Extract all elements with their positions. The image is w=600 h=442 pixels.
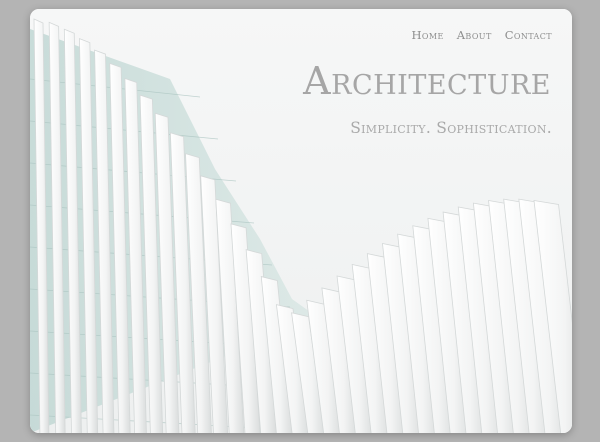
hero-title: Architecture: [303, 59, 551, 103]
hero-card: Home About Contact Architecture Simplici…: [30, 9, 572, 433]
nav-about-link[interactable]: About: [457, 28, 492, 42]
top-nav: Home About Contact: [412, 28, 553, 42]
hero-tagline: Simplicity. Sophistication.: [350, 119, 552, 137]
nav-home-link[interactable]: Home: [412, 28, 444, 42]
nav-contact-link[interactable]: Contact: [505, 28, 552, 42]
